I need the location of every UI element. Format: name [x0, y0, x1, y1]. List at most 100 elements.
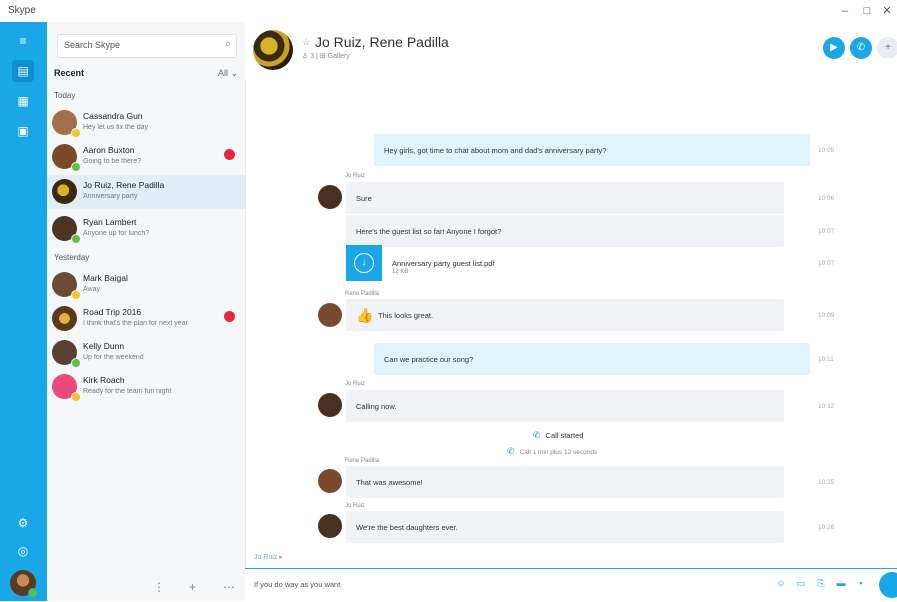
window-title: Skype — [8, 5, 36, 16]
presence-dot — [71, 392, 81, 402]
emoji-icon[interactable]: ☺ — [775, 577, 787, 589]
send-button[interactable] — [879, 572, 897, 598]
close-button[interactable]: ✕ — [877, 3, 897, 19]
phone-icon: ✆ — [533, 430, 541, 440]
unread-badge — [224, 149, 235, 160]
contact-item[interactable]: Kelly Dunn Up for the weekend — [47, 336, 245, 370]
message-incoming[interactable]: Calling now. — [346, 390, 784, 422]
message-composer[interactable]: If you do way as you want ☺ ▭ ⎘ ▬ ▪ — [245, 568, 897, 602]
more-icon[interactable]: ⋯ — [223, 580, 235, 594]
group-avatar[interactable] — [253, 30, 293, 70]
presence-dot — [71, 290, 81, 300]
message-outgoing[interactable]: Can we practice our song? — [374, 343, 810, 375]
message-time: 10:07 — [818, 260, 835, 267]
avatar — [52, 179, 77, 204]
message-text: Here's the guest list so far! Anyone I f… — [356, 227, 502, 236]
new-chat-icon[interactable]: + — [189, 580, 196, 594]
contact-name: Kelly Dunn — [83, 341, 125, 351]
contact-item[interactable]: Ryan Lambert Anyone up for lunch? — [47, 212, 245, 246]
contact-preview: Going to be there? — [83, 158, 141, 165]
contact-preview: Up for the weekend — [83, 354, 144, 361]
call-event-text: Call started — [545, 431, 584, 440]
profile-avatar[interactable] — [10, 570, 38, 598]
message-text: Calling now. — [356, 402, 397, 411]
search-icon[interactable]: ⌕ — [225, 38, 231, 51]
message-incoming[interactable]: Sure — [346, 182, 784, 214]
menu-icon[interactable]: ≡ — [12, 30, 34, 52]
sender-name: Jo Ruiz — [345, 503, 366, 509]
file-attachment[interactable]: ↓ Anniversary party guest list.pdf 12 KB — [346, 245, 546, 283]
call-event-text: Call 1 min plus 12 seconds — [519, 449, 598, 456]
contact-name: Cassandra Gun — [83, 111, 143, 121]
message-incoming[interactable]: That was awesome! — [346, 466, 784, 498]
recent-label: Recent — [54, 68, 85, 78]
contact-item[interactable]: Mark Baigal Away — [47, 268, 245, 302]
add-people-button[interactable]: + — [877, 37, 897, 59]
call-started-event: ✆ Call started — [533, 430, 583, 441]
contact-item[interactable]: Road Trip 2016 I think that's the plan f… — [47, 302, 245, 336]
avatar — [318, 185, 342, 209]
contact-name: Jo Ruiz, Rene Padilla — [83, 180, 165, 190]
contact-name: Road Trip 2016 — [83, 307, 142, 317]
help-icon[interactable]: ◎ — [12, 540, 34, 562]
message-time: 10:07 — [818, 228, 835, 235]
contact-preview: Away — [83, 286, 100, 293]
message-text: Sure — [356, 194, 372, 203]
avatar — [318, 303, 342, 327]
contact-preview: Ready for the team fun night — [83, 388, 172, 395]
recent-header[interactable]: Recent All ⌄ — [54, 68, 238, 82]
search-placeholder: Search Skype — [64, 40, 121, 50]
contacts-icon[interactable]: ▦ — [12, 90, 34, 112]
search-input[interactable]: Search Skype ⌕ — [57, 34, 237, 58]
contact-item[interactable]: Aaron Buxton Going to be there? — [47, 140, 245, 174]
avatar — [318, 514, 342, 538]
presence-dot — [71, 358, 81, 368]
chat-icon[interactable]: ▤ — [12, 60, 34, 82]
unread-badge — [224, 311, 235, 322]
sender-name: Jo Ruiz — [345, 173, 366, 179]
thumbs-up-icon: 👍 — [356, 307, 374, 323]
attach-file-icon[interactable]: ⎘ — [815, 577, 827, 589]
favorite-icon[interactable]: ☆ — [302, 37, 310, 48]
download-icon[interactable]: ↓ — [354, 253, 374, 273]
contact-name: Aaron Buxton — [83, 145, 135, 155]
contact-item[interactable]: Cassandra Gun Hey let us fix the day — [47, 106, 245, 140]
group-label-today: Today — [54, 91, 76, 100]
contact-item-selected[interactable]: Jo Ruiz, Rene Padilla Anniversary party — [47, 175, 245, 209]
conversation-sidebar: Search Skype ⌕ Recent All ⌄ Today Cassan… — [47, 22, 246, 601]
more-options-icon[interactable]: ▪ — [855, 577, 867, 589]
avatar — [52, 306, 77, 331]
message-incoming[interactable]: Here's the guest list so far! Anyone I f… — [346, 215, 784, 247]
call-ended-event: ✆ Call 1 min plus 12 seconds — [507, 446, 597, 457]
audio-call-button[interactable]: ✆ — [850, 37, 872, 59]
typing-indicator: Jo Ruiz ▸ — [254, 554, 283, 561]
message-incoming[interactable]: 👍 This looks great. — [346, 299, 784, 331]
presence-dot — [28, 588, 38, 598]
contact-item[interactable]: Kirk Roach Ready for the team fun night — [47, 370, 245, 404]
video-call-button[interactable]: ▶ — [823, 37, 845, 59]
message-text: That was awesome! — [356, 478, 423, 487]
message-text: We're the best daughters ever. — [356, 523, 458, 532]
filter-dropdown[interactable]: All ⌄ — [218, 68, 238, 79]
settings-icon[interactable]: ⚙ — [12, 512, 34, 534]
minimize-button[interactable]: – — [835, 3, 855, 19]
dialpad-icon[interactable]: ⋮ — [153, 580, 165, 594]
contact-preview: I think that's the plan for next year — [83, 320, 188, 327]
sender-name: Rene Padilla — [345, 458, 380, 464]
gif-icon[interactable]: ▭ — [795, 577, 807, 589]
phone-icon: ✆ — [507, 446, 515, 456]
maximize-button[interactable]: □ — [857, 3, 877, 19]
contact-name: Ryan Lambert — [83, 217, 137, 227]
contact-card-icon[interactable]: ▬ — [835, 577, 847, 589]
title-bar: Skype – □ ✕ — [0, 0, 897, 23]
message-input[interactable]: If you do way as you want — [254, 580, 340, 589]
presence-dot — [71, 234, 81, 244]
message-incoming[interactable]: We're the best daughters ever. — [346, 511, 784, 543]
sender-name: Jo Ruiz — [345, 381, 366, 387]
message-text: Hey girls, got time to chat about mom an… — [384, 146, 607, 155]
file-size: 12 KB — [392, 269, 409, 275]
chat-subtitle[interactable]: ♙ 3 | ⊞ Gallery — [302, 52, 350, 60]
notifications-icon[interactable]: ▣ — [12, 120, 34, 142]
message-outgoing[interactable]: Hey girls, got time to chat about mom an… — [374, 134, 810, 166]
message-time: 10:25 — [818, 479, 835, 486]
